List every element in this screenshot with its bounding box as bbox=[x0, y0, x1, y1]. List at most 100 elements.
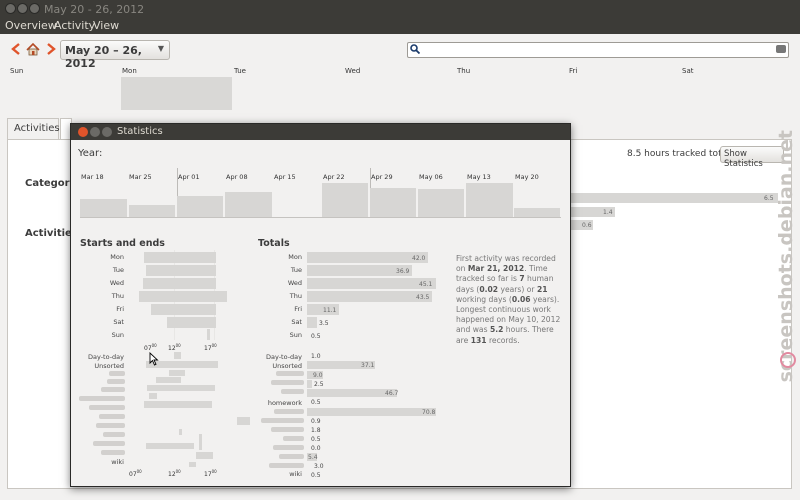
window-close-button[interactable] bbox=[5, 3, 16, 14]
weekday-label: Tue bbox=[290, 266, 302, 274]
category-total-bar bbox=[571, 193, 778, 203]
start-end-bar bbox=[207, 329, 210, 340]
year-axis-label: May 20 bbox=[515, 173, 539, 181]
menu-activity[interactable]: Activity bbox=[54, 19, 95, 32]
blurred-label bbox=[281, 389, 304, 394]
year-axis-label: Mar 18 bbox=[81, 173, 104, 181]
blurred-label bbox=[271, 380, 304, 385]
date-range-dropdown[interactable]: May 20 – 26, 2012 ▼ bbox=[60, 40, 170, 70]
blurred-label bbox=[107, 379, 125, 384]
start-end-bar bbox=[196, 452, 213, 459]
activity-total-value: 0.5 bbox=[311, 436, 321, 443]
activity-total-value: 0.5 bbox=[311, 472, 321, 479]
tab-activities[interactable]: Activities bbox=[7, 118, 60, 139]
year-axis-label: Apr 08 bbox=[226, 173, 248, 181]
weekday-total-bar bbox=[307, 291, 432, 302]
blurred-label bbox=[101, 387, 125, 392]
home-icon[interactable] bbox=[26, 41, 40, 57]
year-axis-label: Apr 29 bbox=[371, 173, 393, 181]
blurred-label bbox=[99, 414, 125, 419]
start-end-bar bbox=[147, 385, 215, 391]
hours-tracked-label: 8.5 hours tracked total bbox=[627, 149, 730, 159]
time-axis-label: 1700 bbox=[204, 469, 217, 478]
time-axis-label: 0700 bbox=[129, 469, 142, 478]
start-end-bar bbox=[139, 291, 227, 302]
category-label: Day-to-day bbox=[265, 353, 302, 361]
activity-total-bar bbox=[307, 408, 436, 416]
previous-arrow-icon[interactable] bbox=[9, 41, 23, 57]
year-week-bar bbox=[225, 192, 272, 217]
clear-search-icon[interactable] bbox=[776, 45, 786, 53]
blurred-label bbox=[261, 418, 304, 423]
blurred-label bbox=[109, 371, 125, 376]
activity-label: wiki bbox=[289, 470, 302, 478]
activity-total-value: 1.8 bbox=[311, 427, 321, 434]
weekday-label: Mon bbox=[110, 253, 124, 261]
blurred-label bbox=[96, 423, 125, 428]
starts-ends-heading: Starts and ends bbox=[80, 238, 165, 249]
time-axis-label: 0700 bbox=[144, 343, 157, 352]
weekday-label: Sun bbox=[289, 331, 302, 339]
day-label: Mon bbox=[122, 67, 137, 75]
start-end-bar bbox=[143, 278, 216, 289]
window-title: May 20 - 26, 2012 bbox=[44, 3, 145, 16]
blurred-label bbox=[283, 436, 304, 441]
activity-total-bar bbox=[307, 380, 312, 388]
weekday-label: Wed bbox=[287, 279, 302, 287]
start-end-bar bbox=[146, 265, 216, 276]
mouse-cursor-icon bbox=[149, 352, 159, 366]
blurred-label bbox=[101, 450, 125, 455]
time-axis-label: 1700 bbox=[204, 343, 217, 352]
menu-overview[interactable]: Overview bbox=[5, 19, 57, 32]
weekday-total-value: 0.5 bbox=[311, 333, 321, 340]
blurred-label bbox=[276, 371, 304, 376]
window-maximize-button[interactable] bbox=[29, 3, 40, 14]
dialog-maximize-button[interactable] bbox=[102, 127, 112, 137]
search-input[interactable] bbox=[407, 42, 789, 58]
dialog-close-button[interactable] bbox=[78, 127, 88, 137]
blurred-label bbox=[269, 463, 304, 468]
year-axis-label: May 06 bbox=[419, 173, 443, 181]
start-end-bar bbox=[169, 370, 185, 376]
menu-view[interactable]: View bbox=[93, 19, 119, 32]
day-label: Tue bbox=[234, 67, 246, 75]
year-axis-label: Apr 22 bbox=[323, 173, 345, 181]
weekday-label: Thu bbox=[289, 292, 302, 300]
week-activity-bar[interactable] bbox=[121, 77, 232, 110]
day-label: Thu bbox=[457, 67, 471, 75]
year-week-bar bbox=[370, 188, 416, 217]
weekday-label: Mon bbox=[288, 253, 302, 261]
blurred-label bbox=[93, 441, 125, 446]
start-end-bar bbox=[237, 417, 250, 425]
weekday-label: Fri bbox=[116, 305, 124, 313]
weekday-label: Wed bbox=[109, 279, 124, 287]
day-label: Sat bbox=[682, 67, 694, 75]
activity-total-value: 46.7 bbox=[385, 390, 399, 397]
activity-total-value: 5.4 bbox=[308, 454, 318, 461]
year-week-bar bbox=[322, 183, 368, 217]
activity-total-value: 0.9 bbox=[311, 418, 321, 425]
activity-label: wiki bbox=[111, 458, 124, 466]
activity-total-value: 9.0 bbox=[313, 372, 323, 379]
dialog-minimize-button[interactable] bbox=[90, 127, 100, 137]
year-week-bar bbox=[418, 189, 464, 217]
year-week-bar bbox=[466, 183, 513, 217]
weekday-total-value: 42.0 bbox=[412, 255, 426, 262]
category-label: Day-to-day bbox=[87, 353, 124, 361]
window-minimize-button[interactable] bbox=[17, 3, 28, 14]
start-end-bar bbox=[151, 304, 216, 315]
activity-total-bar bbox=[307, 389, 397, 397]
statistics-summary: First activity was recorded on Mar 21, 2… bbox=[456, 254, 561, 345]
weekday-total-bar bbox=[307, 317, 317, 328]
start-end-bar bbox=[189, 462, 196, 467]
blurred-label bbox=[279, 454, 304, 459]
start-end-bar bbox=[149, 393, 157, 399]
year-axis-label: May 13 bbox=[467, 173, 491, 181]
start-end-bar bbox=[146, 443, 194, 449]
weekday-label: Sun bbox=[111, 331, 124, 339]
debian-swirl-icon bbox=[780, 352, 796, 368]
statistics-dialog: Statistics Year: Mar 18 Mar 25 Apr 01 Ap… bbox=[70, 123, 571, 487]
start-end-bar bbox=[174, 352, 181, 359]
year-week-bar bbox=[129, 205, 175, 217]
next-arrow-icon[interactable] bbox=[44, 41, 58, 57]
